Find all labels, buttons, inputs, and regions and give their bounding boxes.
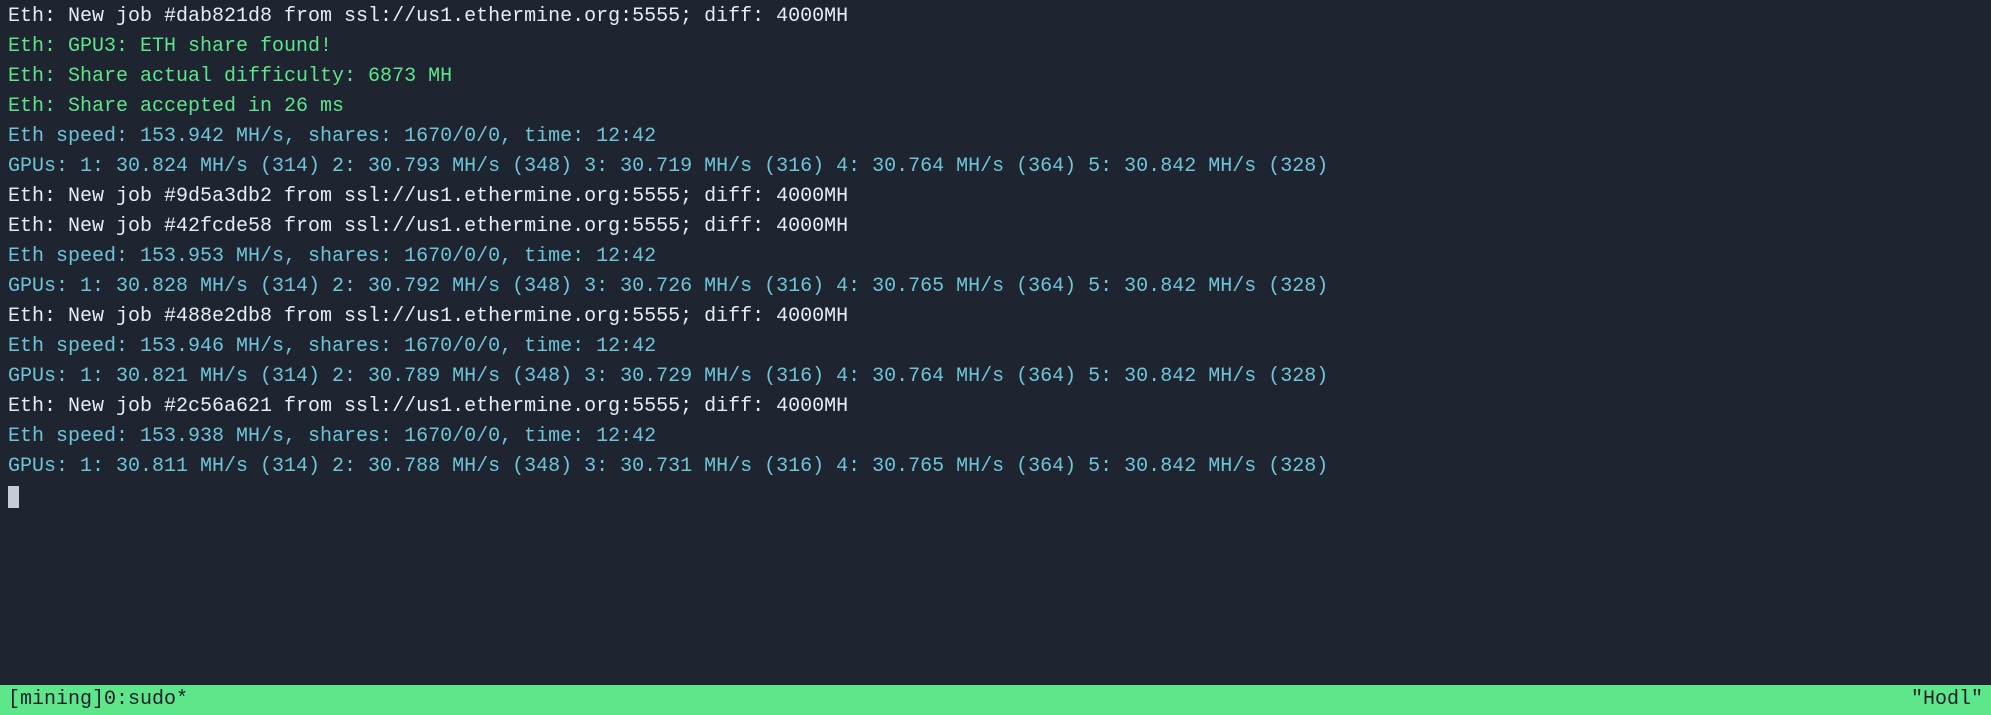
status-right: "Hodl" <box>1911 685 1983 715</box>
terminal-line: Eth: New job #9d5a3db2 from ssl://us1.et… <box>8 182 1983 212</box>
terminal-line: Eth speed: 153.938 MH/s, shares: 1670/0/… <box>8 422 1983 452</box>
terminal-line: GPUs: 1: 30.824 MH/s (314) 2: 30.793 MH/… <box>8 152 1983 182</box>
terminal-line: Eth speed: 153.946 MH/s, shares: 1670/0/… <box>8 332 1983 362</box>
terminal-line: GPUs: 1: 30.821 MH/s (314) 2: 30.789 MH/… <box>8 362 1983 392</box>
terminal-line: Eth: New job #2c56a621 from ssl://us1.et… <box>8 392 1983 422</box>
terminal-line: Eth: New job #488e2db8 from ssl://us1.et… <box>8 302 1983 332</box>
terminal-output[interactable]: Eth: New job #dab821d8 from ssl://us1.et… <box>0 0 1991 482</box>
terminal-cursor <box>8 486 19 508</box>
terminal-line: Eth: New job #dab821d8 from ssl://us1.et… <box>8 2 1983 32</box>
terminal-line: GPUs: 1: 30.811 MH/s (314) 2: 30.788 MH/… <box>8 452 1983 482</box>
session-name: [mining] <box>8 685 104 715</box>
status-left: [mining] 0:sudo* <box>8 685 188 715</box>
terminal-line: GPUs: 1: 30.828 MH/s (314) 2: 30.792 MH/… <box>8 272 1983 302</box>
terminal-line: Eth speed: 153.953 MH/s, shares: 1670/0/… <box>8 242 1983 272</box>
terminal-line: Eth: GPU3: ETH share found! <box>8 32 1983 62</box>
terminal-line: Eth speed: 153.942 MH/s, shares: 1670/0/… <box>8 122 1983 152</box>
tmux-status-bar: [mining] 0:sudo* "Hodl" <box>0 685 1991 715</box>
terminal-line: Eth: Share accepted in 26 ms <box>8 92 1983 122</box>
terminal-line: Eth: Share actual difficulty: 6873 MH <box>8 62 1983 92</box>
window-name: 0:sudo* <box>104 685 188 715</box>
terminal-line: Eth: New job #42fcde58 from ssl://us1.et… <box>8 212 1983 242</box>
host-name: "Hodl" <box>1911 685 1983 715</box>
